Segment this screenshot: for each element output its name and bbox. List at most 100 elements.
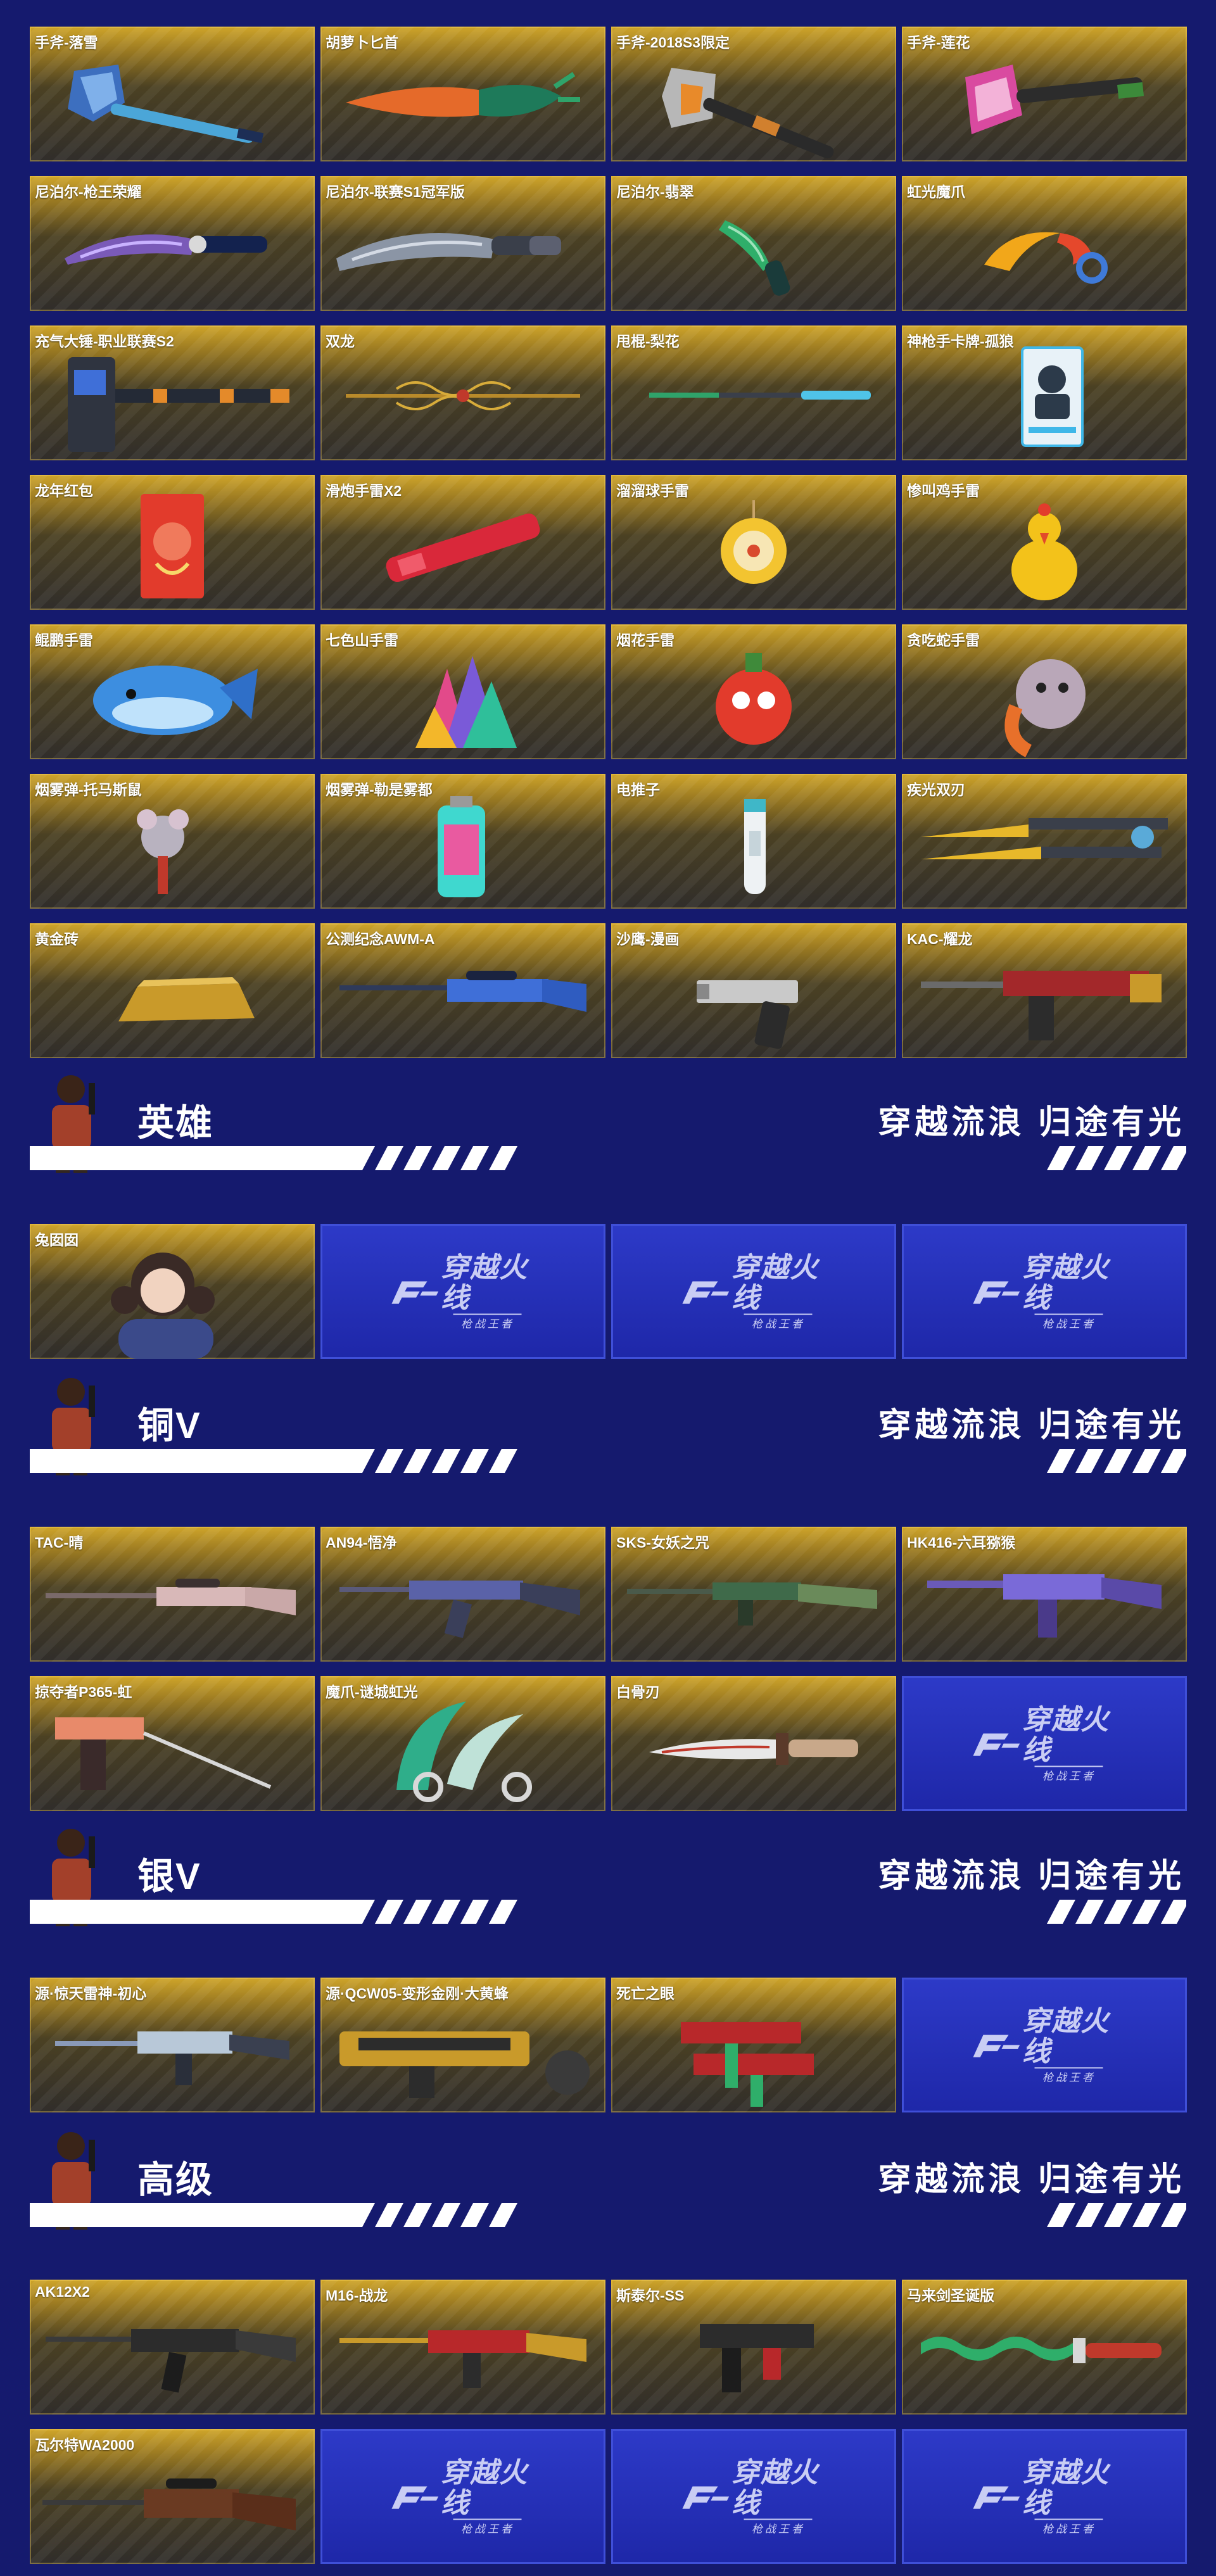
item-card[interactable]: 疾光双刃 — [902, 774, 1187, 909]
item-card[interactable]: 马来剑圣诞版 — [902, 2280, 1187, 2415]
item-card[interactable]: AN94-悟净 — [320, 1527, 605, 1662]
item-name: 神枪手卡牌-孤狼 — [907, 333, 1014, 350]
cf-logo-icon — [682, 1281, 730, 1304]
stripe-bar-decoration — [1047, 1900, 1186, 1924]
item-card[interactable]: 双龙 — [320, 325, 605, 460]
item-card[interactable]: 甩棍-梨花 — [611, 325, 896, 460]
game-logo: 穿越火线 枪战王者 — [973, 1253, 1116, 1330]
item-name: 电推子 — [616, 781, 660, 798]
placeholder-card: 穿越火线 枪战王者 — [902, 1224, 1187, 1359]
game-logo: 穿越火线 枪战王者 — [682, 2458, 825, 2535]
item-card[interactable]: 斯泰尔-SS — [611, 2280, 896, 2415]
item-card[interactable]: 公测纪念AWM-A — [320, 923, 605, 1058]
dual-dragon-weapon-icon — [346, 381, 580, 410]
game-logo: 穿越火线 枪战王者 — [973, 2006, 1116, 2084]
item-card[interactable]: 惨叫鸡手雷 — [902, 475, 1187, 610]
item-name: SKS-女妖之咒 — [616, 1534, 709, 1551]
section-banner-silver: 银V 穿越流浪 归途有光 — [30, 1824, 1186, 1938]
item-name: 惨叫鸡手雷 — [907, 483, 980, 499]
item-name: 龙年红包 — [35, 483, 93, 499]
item-card[interactable]: 白骨刃 — [611, 1676, 896, 1811]
item-card[interactable]: 充气大锤-职业联赛S2 — [30, 325, 315, 460]
item-card[interactable]: SKS-女妖之咒 — [611, 1527, 896, 1662]
item-name: 疾光双刃 — [907, 781, 965, 798]
item-card[interactable]: 手斧-2018S3限定 — [611, 27, 896, 161]
item-card[interactable]: 虹光魔爪 — [902, 176, 1187, 311]
item-card[interactable]: 黄金砖 — [30, 923, 315, 1058]
stripe-bar-decoration — [30, 1449, 517, 1473]
item-card[interactable]: 沙鹰-漫画 — [611, 923, 896, 1058]
item-name: 手斧-莲花 — [907, 34, 970, 51]
item-name: TAC-晴 — [35, 1534, 84, 1551]
item-card[interactable]: 兔囡囡 — [30, 1224, 315, 1359]
placeholder-card: 穿越火线 枪战王者 — [320, 2429, 605, 2564]
item-card[interactable]: 鲲鹏手雷 — [30, 624, 315, 759]
item-card[interactable]: HK416-六耳猕猴 — [902, 1527, 1187, 1662]
item-name: 斯泰尔-SS — [616, 2287, 685, 2304]
logo-subtext: 枪战王者 — [1034, 1765, 1103, 1783]
item-name: 源·惊天雷神-初心 — [35, 1985, 147, 2002]
item-name: M16-战龙 — [326, 2287, 388, 2304]
item-card[interactable]: 魔爪-谜城虹光 — [320, 1676, 605, 1811]
item-name: 溜溜球手雷 — [616, 483, 689, 499]
item-card[interactable]: 源·惊天雷神-初心 — [30, 1978, 315, 2112]
cf-logo-icon — [973, 1733, 1020, 1756]
item-name: 鲲鹏手雷 — [35, 632, 93, 648]
item-name: 公测纪念AWM-A — [326, 931, 435, 947]
cf-logo-icon — [391, 2486, 439, 2509]
item-name: 烟雾弹-托马斯鼠 — [35, 781, 142, 798]
game-logo: 穿越火线 枪战王者 — [391, 1253, 535, 1330]
item-name: 贪吃蛇手雷 — [907, 632, 980, 648]
item-name: 双龙 — [326, 333, 355, 350]
logo-text: 穿越火线 — [732, 1252, 820, 1313]
stripe-bar-decoration — [30, 2203, 517, 2227]
logo-text: 穿越火线 — [1022, 1704, 1110, 1765]
item-card[interactable]: 滑炮手雷X2 — [320, 475, 605, 610]
item-name: 兔囡囡 — [35, 1232, 79, 1248]
item-card[interactable]: 尼泊尔-翡翠 — [611, 176, 896, 311]
item-card[interactable]: 死亡之眼 — [611, 1978, 896, 2112]
item-card[interactable]: 尼泊尔-枪王荣耀 — [30, 176, 315, 311]
item-card[interactable]: 掠夺者P365-虹 — [30, 1676, 315, 1811]
item-card[interactable]: 七色山手雷 — [320, 624, 605, 759]
item-card[interactable]: 源·QCW05-变形金刚·大黄蜂 — [320, 1978, 605, 2112]
item-card[interactable]: 龙年红包 — [30, 475, 315, 610]
game-logo: 穿越火线 枪战王者 — [973, 1705, 1116, 1783]
stripe-bar-decoration — [1047, 1449, 1186, 1473]
game-logo: 穿越火线 枪战王者 — [973, 2458, 1116, 2535]
item-card[interactable]: M16-战龙 — [320, 2280, 605, 2415]
section-banner-copper: 铜V 穿越流浪 归途有光 — [30, 1373, 1186, 1487]
item-card[interactable]: 手斧-莲花 — [902, 27, 1187, 161]
item-name: 滑炮手雷X2 — [326, 483, 402, 499]
logo-subtext: 枪战王者 — [453, 1313, 522, 1330]
logo-subtext: 枪战王者 — [453, 2518, 522, 2535]
item-card[interactable]: 贪吃蛇手雷 — [902, 624, 1187, 759]
item-name: 尼泊尔-枪王荣耀 — [35, 184, 142, 200]
item-name: AK12X2 — [35, 2283, 90, 2300]
logo-text: 穿越火线 — [1022, 2457, 1110, 2518]
item-card[interactable]: 胡萝卜匕首 — [320, 27, 605, 161]
item-card[interactable]: 烟花手雷 — [611, 624, 896, 759]
item-name: 烟雾弹-勒是雾都 — [326, 781, 433, 798]
item-card[interactable]: AK12X2 — [30, 2280, 315, 2415]
item-card[interactable]: 烟雾弹-托马斯鼠 — [30, 774, 315, 909]
item-name: HK416-六耳猕猴 — [907, 1534, 1016, 1551]
item-grid-copper: TAC-晴 AN94-悟净 SKS-女妖之咒 HK416-六耳猕猴 掠夺者P36… — [30, 1527, 1187, 1811]
item-name: 虹光魔爪 — [907, 184, 965, 200]
item-card[interactable]: 手斧-落雪 — [30, 27, 315, 161]
game-logo: 穿越火线 枪战王者 — [391, 2458, 535, 2535]
cf-logo-icon — [973, 1281, 1020, 1304]
logo-subtext: 枪战王者 — [744, 2518, 813, 2535]
item-card[interactable]: 溜溜球手雷 — [611, 475, 896, 610]
placeholder-card: 穿越火线 枪战王者 — [902, 1978, 1187, 2112]
item-card[interactable]: 电推子 — [611, 774, 896, 909]
placeholder-card: 穿越火线 枪战王者 — [611, 2429, 896, 2564]
item-card[interactable]: 尼泊尔-联赛S1冠军版 — [320, 176, 605, 311]
item-card[interactable]: TAC-晴 — [30, 1527, 315, 1662]
item-name: 七色山手雷 — [326, 632, 398, 648]
item-card[interactable]: KAC-耀龙 — [902, 923, 1187, 1058]
item-name: 马来剑圣诞版 — [907, 2287, 994, 2304]
item-card[interactable]: 烟雾弹-勒是雾都 — [320, 774, 605, 909]
item-card[interactable]: 瓦尔特WA2000 — [30, 2429, 315, 2564]
item-card[interactable]: 神枪手卡牌-孤狼 — [902, 325, 1187, 460]
